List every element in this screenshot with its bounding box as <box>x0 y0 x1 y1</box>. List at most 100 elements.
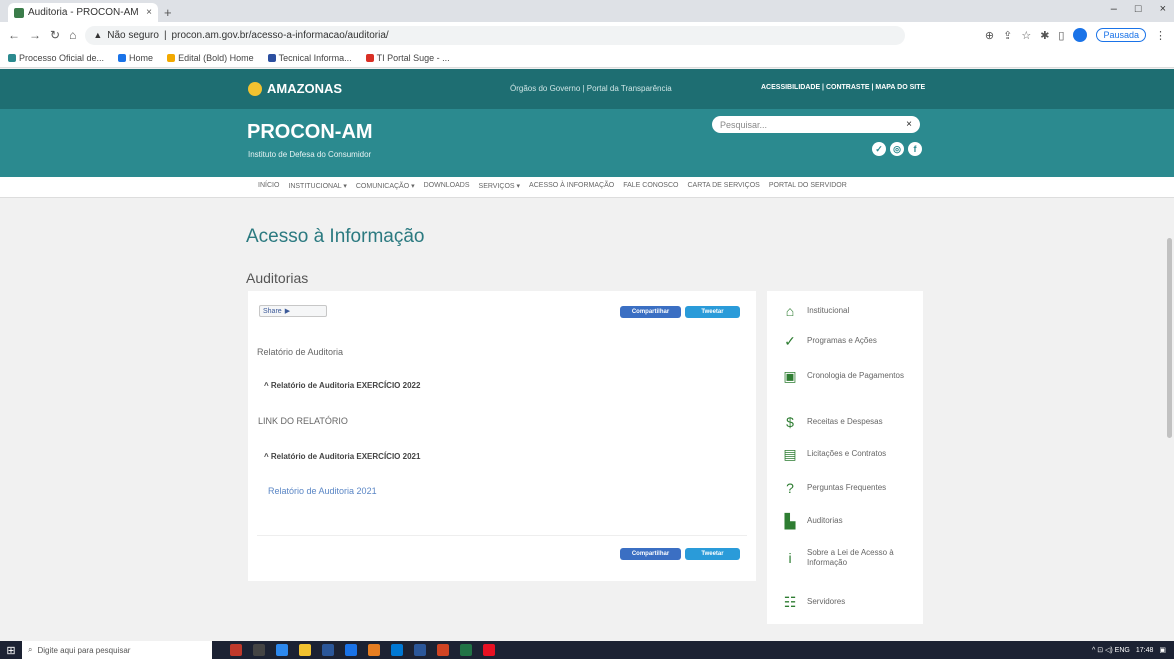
sidebar-item-institucional[interactable]: ⌂ Institucional <box>781 302 849 320</box>
sidebar-item-servidores[interactable]: ☷ Servidores <box>781 593 846 611</box>
bookmark-item[interactable]: Tecnical Informa... <box>267 52 352 63</box>
not-secure-icon: ▲ <box>93 30 103 40</box>
report-label: Relatório de Auditoria <box>257 347 344 357</box>
bookmark-label: Tecnical Informa... <box>278 52 352 63</box>
url-input[interactable]: ▲ Não seguro | procon.am.gov.br/acesso-a… <box>85 25 906 45</box>
gov-links[interactable]: Órgãos do Governo | Portal da Transparên… <box>510 84 672 93</box>
url-separator: | <box>163 29 167 41</box>
app-icon[interactable] <box>276 644 288 656</box>
accordion-2021[interactable]: ^ Relatório de Auditoria EXERCÍCIO 2021 <box>264 452 420 461</box>
app-icon[interactable] <box>460 644 472 656</box>
bookmark-icon <box>8 53 16 62</box>
twitter-share-button-bottom[interactable]: Tweetar <box>685 548 740 560</box>
page-title: Acesso à Informação <box>246 226 425 247</box>
chart-icon: ▙ <box>784 512 796 529</box>
nav-downloads[interactable]: DOWNLOADS <box>424 182 470 190</box>
home-icon[interactable]: ⌂ <box>69 28 76 42</box>
search-clear-icon[interactable]: × <box>906 119 912 130</box>
bookmark-item[interactable]: TI Portal Suge - ... <box>365 52 450 63</box>
star-icon[interactable]: ☆ <box>1021 29 1031 42</box>
tray-icons[interactable]: ^ ⊡ ◁) ENG <box>1092 646 1130 654</box>
amazonas-logo[interactable]: AMAZONAS <box>248 81 342 96</box>
translate-icon[interactable]: ⊕ <box>985 29 994 42</box>
sidebar-item-receitas[interactable]: $ Receitas e Despesas <box>781 413 883 431</box>
share-button[interactable]: Share ▶ <box>259 305 327 317</box>
site-name[interactable]: PROCON-AM <box>247 121 373 144</box>
nav-comunicacao[interactable]: COMUNICAÇÃO ▾ <box>356 182 415 190</box>
bookmark-item[interactable]: Processo Oficial de... <box>8 53 104 63</box>
notification-icon[interactable]: ▣ <box>1159 646 1166 654</box>
sidepanel-icon[interactable]: ▯ <box>1058 29 1064 42</box>
bookmark-item[interactable]: Home <box>118 53 153 63</box>
accordion-2022[interactable]: ^ Relatório de Auditoria EXERCÍCIO 2022 <box>264 381 420 390</box>
file-explorer-icon[interactable] <box>299 644 311 656</box>
accessibility-links[interactable]: ACESSIBILIDADE | CONTRASTE | MAPA DO SIT… <box>761 84 925 91</box>
report-link-2022[interactable]: LINK DO RELATÓRIO <box>258 416 348 426</box>
share-icon[interactable]: ⇪ <box>1003 29 1012 42</box>
app-icon[interactable] <box>437 644 449 656</box>
close-window-button[interactable]: × <box>1160 3 1166 15</box>
home-icon: ⌂ <box>785 303 795 319</box>
tab-close-icon[interactable]: × <box>146 7 152 18</box>
profile-avatar[interactable] <box>1073 28 1088 42</box>
twitter-share-button-top[interactable]: Tweetar <box>685 306 740 318</box>
sidebar-item-auditorias[interactable]: ▙ Auditorias <box>781 512 843 530</box>
section-title: Auditorias <box>246 270 309 286</box>
app-icon[interactable] <box>414 644 426 656</box>
instagram-icon[interactable]: ◎ <box>890 142 904 156</box>
scrollbar-thumb[interactable] <box>1167 238 1172 438</box>
nav-portal-servidor[interactable]: PORTAL DO SERVIDOR <box>769 182 847 190</box>
browser-tab[interactable]: Auditoria - PROCON-AM × <box>8 3 158 22</box>
taskbar-apps <box>230 644 495 656</box>
main-navigation: INÍCIO INSTITUCIONAL ▾ COMUNICAÇÃO ▾ DOW… <box>0 177 1174 198</box>
app-icon[interactable] <box>391 644 403 656</box>
new-tab-button[interactable]: + <box>164 5 172 22</box>
sidebar-item-cronologia[interactable]: ▣ Cronologia de Pagamentos <box>781 367 904 385</box>
app-icon[interactable] <box>345 644 357 656</box>
maximize-button[interactable]: □ <box>1135 3 1142 15</box>
task-view-icon[interactable] <box>253 644 265 656</box>
bookmark-label: Processo Oficial de... <box>19 52 105 63</box>
twitter-icon[interactable]: ✓ <box>872 142 886 156</box>
sidebar-item-programas[interactable]: ✓ Programas e Ações <box>781 332 877 350</box>
taskbar-search-input[interactable]: ⌕ Digite aqui para pesquisar <box>22 641 212 659</box>
facebook-share-button-top[interactable]: Compartilhar <box>620 306 681 318</box>
back-icon[interactable]: ← <box>8 28 20 42</box>
divider <box>257 535 747 536</box>
nav-institucional[interactable]: INSTITUCIONAL ▾ <box>288 182 346 190</box>
nav-servicos[interactable]: SERVIÇOS ▾ <box>479 182 521 190</box>
reload-icon[interactable]: ↻ <box>50 28 60 42</box>
nav-carta-servicos[interactable]: CARTA DE SERVIÇOS <box>687 182 759 190</box>
app-icon[interactable] <box>322 644 334 656</box>
clock[interactable]: 17:48 <box>1136 647 1154 654</box>
bookmark-item[interactable]: Edital (Bold) Home <box>167 53 254 63</box>
sidebar-item-lei-acesso[interactable]: i Sobre a Lei de Acesso à Informação <box>781 548 907 568</box>
minimize-button[interactable]: – <box>1111 3 1117 15</box>
bookmark-icon <box>267 53 276 62</box>
share-arrow-icon: ▶ <box>284 308 291 315</box>
app-icon[interactable] <box>230 644 242 656</box>
report-link-2021[interactable]: Relatório de Auditoria 2021 <box>268 486 377 496</box>
app-icon[interactable] <box>483 644 495 656</box>
toolbar-right: ⊕ ⇪ ☆ ✱ ▯ Pausada ⋮ <box>985 28 1166 42</box>
windows-start-icon[interactable]: ⊞ <box>0 641 22 659</box>
chrome-icon[interactable] <box>368 644 380 656</box>
facebook-icon[interactable]: f <box>908 142 922 156</box>
sidebar-item-label: Receitas e Despesas <box>807 417 883 426</box>
site-search-input[interactable]: Pesquisar... × <box>712 116 920 133</box>
sidebar-item-licitacoes[interactable]: ▤ Licitações e Contratos <box>781 445 886 463</box>
page-scrollbar[interactable] <box>1165 198 1174 641</box>
extensions-icon[interactable]: ✱ <box>1040 29 1049 42</box>
nav-fale-conosco[interactable]: FALE CONOSCO <box>623 182 678 190</box>
nav-inicio[interactable]: INÍCIO <box>258 182 279 190</box>
sidebar-item-perguntas[interactable]: ? Perguntas Frequentes <box>781 479 886 497</box>
sidebar-item-label: Licitações e Contratos <box>807 449 887 458</box>
nav-acesso-informacao[interactable]: ACESSO À INFORMAÇÃO <box>529 182 614 190</box>
sync-paused-button[interactable]: Pausada <box>1096 28 1146 42</box>
share-label: Share <box>263 307 282 315</box>
bookmark-label: TI Portal Suge - ... <box>376 52 450 63</box>
menu-icon[interactable]: ⋮ <box>1155 29 1166 42</box>
forward-icon[interactable]: → <box>29 28 41 42</box>
facebook-share-button-bottom[interactable]: Compartilhar <box>620 548 681 560</box>
favicon-icon <box>14 7 24 18</box>
